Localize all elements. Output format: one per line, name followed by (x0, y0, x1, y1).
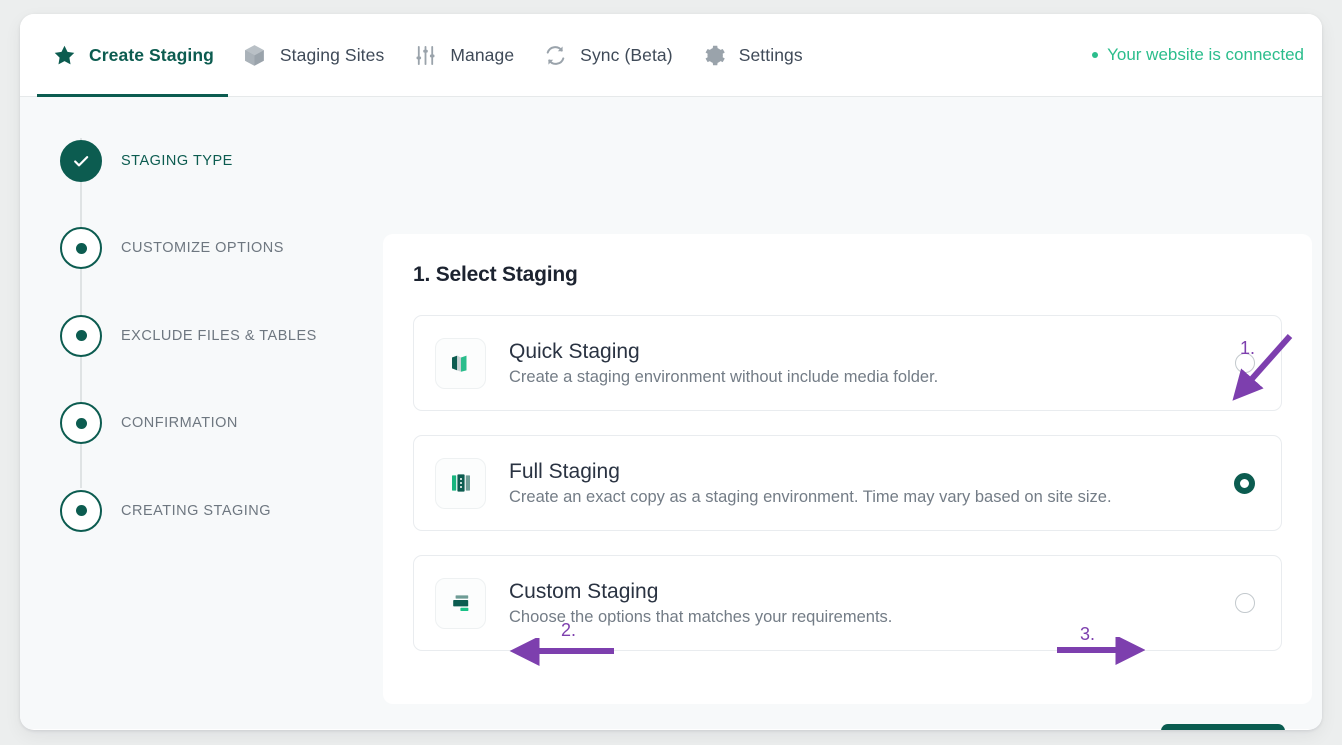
step-label: CONFIRMATION (121, 415, 238, 432)
map-folded-icon (435, 337, 486, 389)
panel-footer: my-stage Next Step (383, 721, 1312, 730)
option-text: Quick Staging Create a staging environme… (509, 339, 1235, 387)
step-dot-icon (60, 227, 102, 270)
connected-dot-icon (1092, 52, 1099, 58)
step-dot-icon (60, 402, 102, 445)
annotation-label-1: 1. (1240, 338, 1256, 358)
step-label: STAGING TYPE (121, 152, 233, 169)
custom-staging-radio[interactable] (1235, 593, 1255, 613)
select-staging-panel: 1. Select Staging Quick Staging Create a… (383, 234, 1312, 704)
option-card-custom-staging[interactable]: Custom Staging Choose the options that m… (413, 555, 1282, 651)
annotation-label-2: 2. (561, 620, 577, 640)
option-text: Custom Staging Choose the options that m… (509, 579, 1235, 627)
stage-name[interactable]: my-stage (408, 729, 521, 730)
tab-sync-beta[interactable]: Sync (Beta) (528, 14, 687, 97)
check-icon (60, 139, 102, 182)
star-icon (51, 42, 77, 68)
step-exclude-files-tables[interactable]: EXCLUDE FILES & TABLES (20, 292, 363, 380)
tab-label: Manage (450, 44, 515, 65)
cube-icon (242, 42, 268, 68)
option-card-quick-staging[interactable]: Quick Staging Create a staging environme… (413, 315, 1282, 411)
option-title: Full Staging (509, 460, 620, 484)
step-staging-type[interactable]: STAGING TYPE (20, 117, 363, 205)
step-dot-icon (60, 489, 102, 532)
app-window: Create Staging Staging Sites Manage Sync… (20, 14, 1322, 730)
step-label: CREATING STAGING (121, 502, 272, 519)
option-card-full-staging[interactable]: Full Staging Create an exact copy as a s… (413, 435, 1282, 531)
step-confirmation[interactable]: CONFIRMATION (20, 380, 363, 468)
stepper-sidebar: STAGING TYPE CUSTOMIZE OPTIONS EXCLUDE F… (20, 97, 363, 729)
tab-label: Create Staging (89, 44, 214, 65)
step-customize-options[interactable]: CUSTOMIZE OPTIONS (20, 205, 363, 293)
page-title: 1. Select Staging (413, 263, 578, 286)
step-creating-staging[interactable]: CREATING STAGING (20, 467, 363, 555)
body-area: STAGING TYPE CUSTOMIZE OPTIONS EXCLUDE F… (20, 97, 1322, 730)
status-text: Your website is connected (1107, 45, 1304, 64)
layout-blocks-icon (435, 577, 486, 629)
connection-status: Your website is connected (1092, 45, 1304, 65)
step-label: CUSTOMIZE OPTIONS (121, 240, 284, 257)
next-step-button[interactable]: Next Step (1161, 724, 1285, 730)
sprout-circle-icon (408, 729, 435, 730)
option-title: Custom Staging (509, 580, 659, 604)
tab-manage[interactable]: Manage (398, 14, 528, 97)
tab-label: Sync (Beta) (580, 44, 673, 65)
tab-create-staging[interactable]: Create Staging (37, 14, 228, 97)
option-description: Choose the options that matches your req… (509, 607, 893, 626)
option-title: Quick Staging (509, 340, 640, 364)
step-label: EXCLUDE FILES & TABLES (121, 327, 317, 344)
tab-settings[interactable]: Settings (687, 14, 817, 97)
tab-label: Staging Sites (279, 44, 385, 65)
full-staging-radio[interactable] (1234, 472, 1255, 494)
annotation-label-3: 3. (1080, 624, 1096, 644)
tab-label: Settings (738, 44, 803, 65)
sync-icon (542, 42, 568, 68)
tab-bar: Create Staging Staging Sites Manage Sync… (20, 14, 1322, 97)
gear-icon (701, 42, 727, 68)
option-text: Full Staging Create an exact copy as a s… (509, 459, 1234, 507)
sliders-icon (412, 42, 438, 68)
book-spine-icon (435, 457, 486, 509)
step-dot-icon (60, 314, 102, 357)
option-description: Create a staging environment without inc… (509, 367, 939, 386)
tab-staging-sites[interactable]: Staging Sites (228, 14, 398, 97)
option-description: Create an exact copy as a staging enviro… (509, 487, 1112, 506)
